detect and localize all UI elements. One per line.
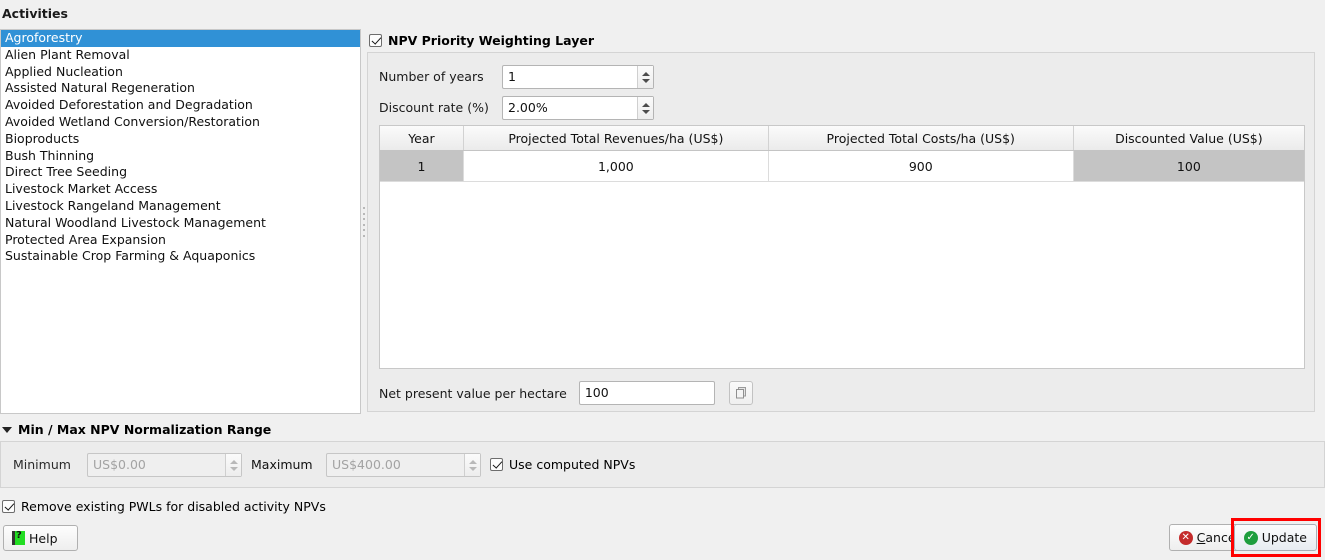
list-item[interactable]: Sustainable Crop Farming & Aquaponics — [1, 248, 360, 265]
list-item[interactable]: Bioproducts — [1, 131, 360, 148]
list-item[interactable]: Natural Woodland Livestock Management — [1, 215, 360, 232]
activities-list[interactable]: Agroforestry Alien Plant Removal Applied N… — [0, 29, 361, 414]
discount-rate-label: Discount rate (%) — [379, 100, 489, 115]
list-item[interactable]: Assisted Natural Regeneration — [1, 80, 360, 97]
cancel-button-label: Cancel — [1196, 530, 1239, 545]
help-button[interactable]: Help — [3, 525, 78, 551]
table-header-row: Year Projected Total Revenues/ha (US$) Pro… — [380, 126, 1304, 151]
npv-enable-label: NPV Priority Weighting Layer — [388, 33, 594, 48]
net-present-value-row: Net present value per hectare 100 — [379, 381, 753, 405]
chevron-down-icon[interactable] — [2, 426, 12, 433]
number-of-years-input[interactable]: 1 — [502, 65, 654, 89]
column-header[interactable]: Projected Total Revenues/ha (US$) — [463, 126, 769, 151]
help-button-label: Help — [29, 530, 58, 546]
copy-icon — [735, 387, 746, 399]
list-item[interactable]: Avoided Deforestation and Degradation — [1, 97, 360, 114]
table-row[interactable]: 1 1,000 900 100 — [380, 150, 1304, 182]
number-of-years-arrows[interactable] — [637, 66, 653, 88]
list-item[interactable]: Applied Nucleation — [1, 64, 360, 81]
minimum-arrows[interactable] — [225, 454, 241, 476]
list-item[interactable]: Bush Thinning — [1, 148, 360, 165]
splitter-grip — [363, 207, 365, 237]
list-item[interactable]: Direct Tree Seeding — [1, 164, 360, 181]
net-present-value-label: Net present value per hectare — [379, 385, 567, 401]
discount-rate-input[interactable]: 2.00% — [502, 96, 654, 120]
minimum-stepper[interactable]: US$0.00 — [87, 453, 242, 477]
minmax-section-header[interactable]: Min / Max NPV Normalization Range — [2, 422, 271, 437]
list-item[interactable]: Avoided Wetland Conversion/Restoration — [1, 114, 360, 131]
discount-rate-arrows[interactable] — [637, 97, 653, 119]
cell-revenues[interactable]: 1,000 — [463, 150, 769, 182]
update-button[interactable]: ✓ Update — [1233, 524, 1317, 551]
cell-discounted-value: 100 — [1073, 150, 1304, 182]
column-header[interactable]: Year — [380, 126, 464, 151]
remove-existing-pwls-checkbox[interactable]: Remove existing PWLs for disabled activi… — [2, 499, 326, 514]
maximum-stepper[interactable]: US$400.00 — [326, 453, 481, 477]
checkbox-box — [490, 458, 503, 471]
update-button-label: Update — [1261, 530, 1307, 545]
minimum-label: Minimum — [13, 457, 71, 472]
number-of-years-stepper[interactable]: 1 — [502, 65, 654, 89]
list-item[interactable]: Livestock Rangeland Management — [1, 198, 360, 215]
list-item[interactable]: Agroforestry — [1, 30, 360, 47]
use-computed-npvs-checkbox[interactable]: Use computed NPVs — [490, 457, 635, 472]
remove-existing-pwls-label: Remove existing PWLs for disabled activi… — [21, 499, 326, 514]
minimum-input[interactable]: US$0.00 — [87, 453, 242, 477]
net-present-value-input[interactable]: 100 — [578, 381, 715, 405]
cell-costs[interactable]: 900 — [768, 150, 1074, 182]
cell-year: 1 — [380, 150, 464, 182]
help-icon — [12, 529, 25, 545]
cancel-icon: ✕ — [1178, 530, 1193, 545]
maximum-label: Maximum — [251, 457, 313, 472]
discount-rate-stepper[interactable]: 2.00% — [502, 96, 654, 120]
list-item[interactable]: Protected Area Expansion — [1, 232, 360, 249]
number-of-years-label: Number of years — [379, 69, 484, 84]
minmax-section-title: Min / Max NPV Normalization Range — [18, 422, 272, 437]
npv-priority-weighting-layer-checkbox[interactable]: NPV Priority Weighting Layer — [369, 33, 594, 48]
checkbox-box — [2, 500, 15, 513]
checkbox-box — [369, 34, 382, 47]
use-computed-npvs-label: Use computed NPVs — [509, 457, 636, 472]
check-circle-icon: ✓ — [1243, 530, 1258, 545]
list-item[interactable]: Alien Plant Removal — [1, 47, 360, 64]
maximum-input[interactable]: US$400.00 — [326, 453, 481, 477]
list-item[interactable]: Livestock Market Access — [1, 181, 360, 198]
npv-projection-table[interactable]: Year Projected Total Revenues/ha (US$) Pro… — [379, 125, 1305, 369]
column-header[interactable]: Projected Total Costs/ha (US$) — [768, 126, 1074, 151]
activities-title: Activities — [2, 6, 68, 21]
column-header[interactable]: Discounted Value (US$) — [1073, 126, 1304, 151]
minmax-group: Minimum US$0.00 Maximum US$400.00 Use co… — [0, 441, 1325, 488]
maximum-arrows[interactable] — [464, 454, 480, 476]
npv-settings-group: Number of years 1 Discount rate (%) 2.00… — [367, 52, 1315, 412]
copy-icon-button[interactable] — [728, 381, 753, 405]
